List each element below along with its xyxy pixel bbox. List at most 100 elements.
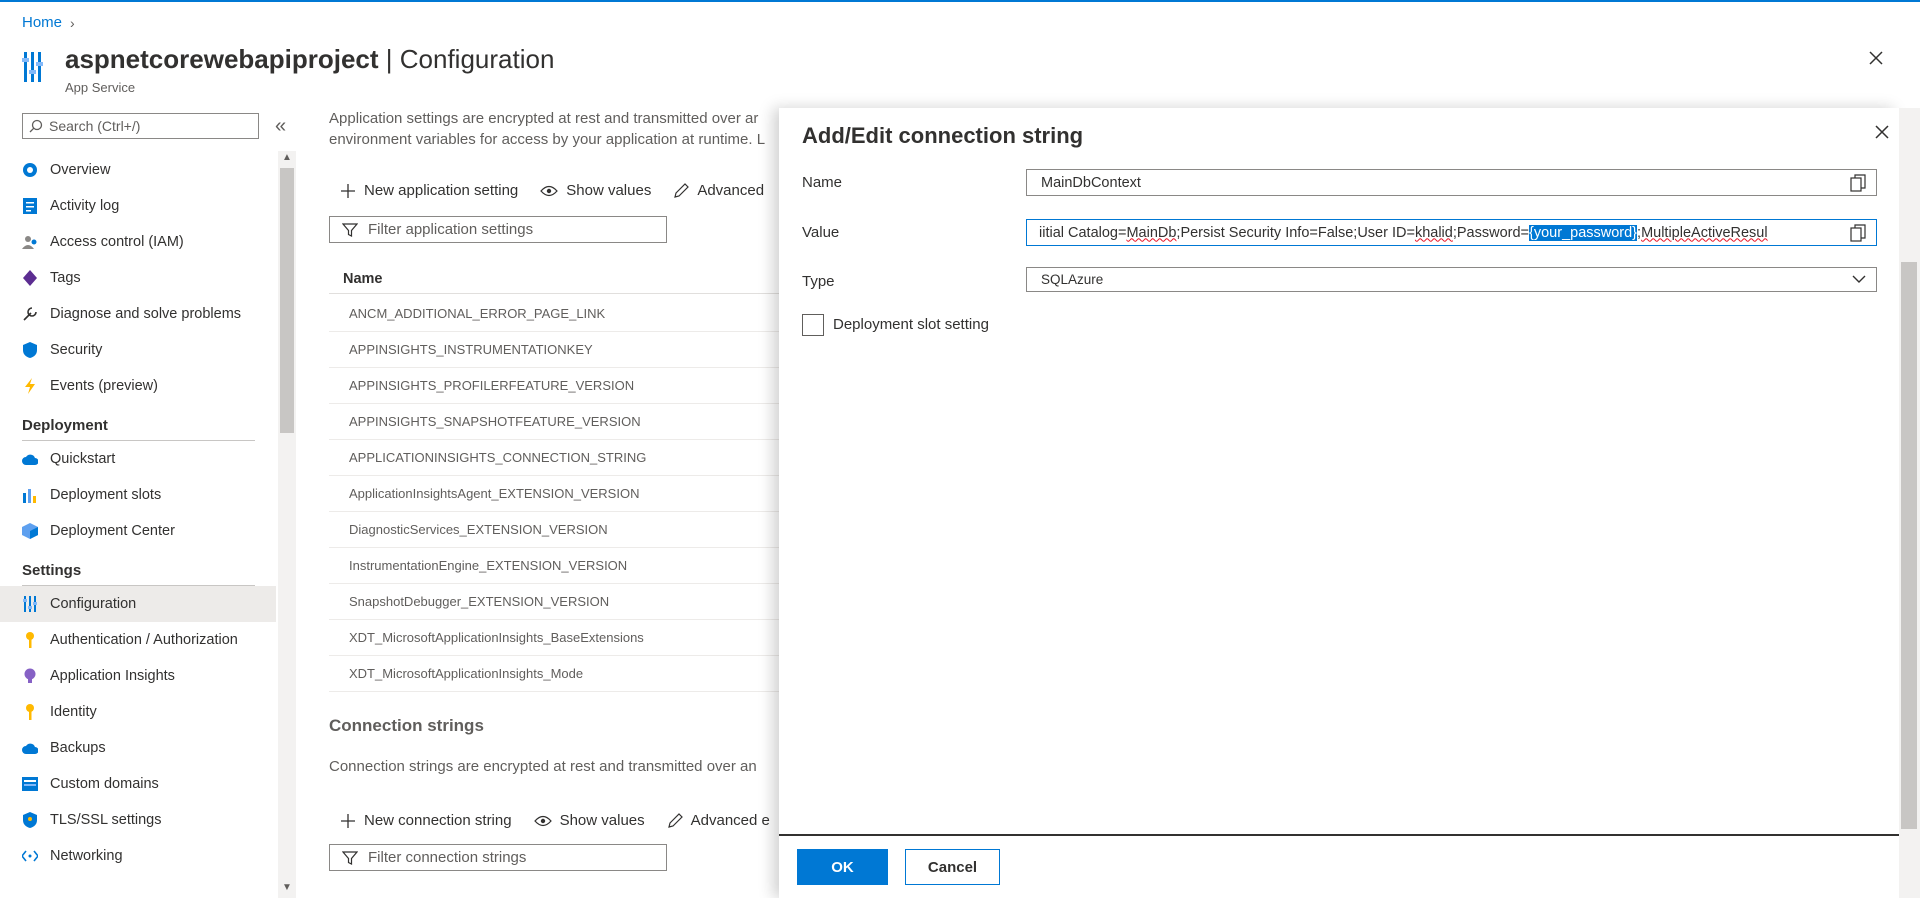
chevron-right-icon: › (70, 14, 75, 31)
table-row[interactable]: XDT_MicrosoftApplicationInsights_Mode (329, 656, 779, 692)
deployment-slot-checkbox[interactable] (802, 314, 824, 336)
sidebar-item-diagnose[interactable]: Diagnose and solve problems (0, 296, 276, 332)
eye-icon (533, 815, 552, 826)
sidebar-item-deployment-slots[interactable]: Deployment slots (0, 477, 276, 513)
sidebar-item-app-insights[interactable]: Application Insights (0, 658, 276, 694)
app-settings-toolbar: New application setting Show values Adva… (340, 182, 764, 199)
table-row[interactable]: InstrumentationEngine_EXTENSION_VERSION (329, 548, 779, 584)
copy-icon[interactable] (1844, 224, 1866, 242)
sidebar-item-quickstart[interactable]: Quickstart (0, 441, 276, 477)
connection-strings-toolbar: New connection string Show values Advanc… (340, 812, 770, 829)
top-accent-line (0, 0, 1920, 2)
connection-strings-heading: Connection strings (329, 716, 484, 735)
table-row[interactable]: SnapshotDebugger_EXTENSION_VERSION (329, 584, 779, 620)
sidebar-item-tags[interactable]: Tags (0, 260, 276, 296)
new-app-setting-button[interactable]: New application setting (340, 182, 518, 199)
cloud-icon (22, 451, 38, 467)
cube-icon (22, 523, 38, 539)
panel-close-icon[interactable] (1874, 124, 1890, 140)
chevron-down-icon (1852, 275, 1866, 284)
config-resource-icon (22, 52, 48, 82)
show-values-button[interactable]: Show values (540, 182, 651, 199)
sidebar-item-events[interactable]: Events (preview) (0, 368, 276, 404)
page-title: aspnetcorewebapiproject | Configuration (65, 44, 555, 74)
close-icon[interactable] (1868, 50, 1884, 66)
name-label: Name (802, 174, 843, 191)
section-settings: Settings (22, 562, 82, 579)
copy-icon[interactable] (1850, 174, 1866, 192)
iam-icon (22, 234, 38, 250)
overview-icon (22, 162, 38, 178)
pencil-icon (667, 812, 683, 828)
type-dropdown[interactable]: SQLAzure (1026, 267, 1877, 292)
table-row[interactable]: APPINSIGHTS_INSTRUMENTATIONKEY (329, 332, 779, 368)
sidebar-search-input[interactable]: Search (Ctrl+/) (22, 113, 259, 139)
collapse-sidebar-button[interactable]: « (275, 115, 286, 138)
panel-scroll-thumb[interactable] (1901, 262, 1917, 829)
filter-icon (342, 850, 358, 865)
slots-icon (22, 487, 38, 503)
sidebar-scroll-thumb[interactable] (280, 168, 294, 433)
value-label: Value (802, 224, 840, 241)
filter-connection-strings-input[interactable]: Filter connection strings (329, 844, 667, 871)
tls-shield-icon (22, 812, 38, 828)
sidebar-item-access-control[interactable]: Access control (IAM) (0, 224, 276, 260)
sidebar-item-activity-log[interactable]: Activity log (0, 188, 276, 224)
settings-table-header[interactable]: Name (329, 264, 779, 294)
lightning-icon (22, 378, 38, 394)
sidebar-item-backups[interactable]: Backups (0, 730, 276, 766)
sidebar-item-authentication[interactable]: Authentication / Authorization (0, 622, 276, 658)
breadcrumb: Home › (22, 14, 75, 31)
app-settings-description: Application settings are encrypted at re… (329, 110, 766, 148)
table-row[interactable]: APPINSIGHTS_PROFILERFEATURE_VERSION (329, 368, 779, 404)
sidebar-item-networking[interactable]: Networking (0, 838, 276, 874)
advanced-cs-edit-button[interactable]: Advanced e (667, 812, 770, 829)
search-icon (29, 119, 43, 133)
type-label: Type (802, 273, 835, 290)
name-input[interactable]: MainDbContext (1026, 169, 1877, 196)
backup-cloud-icon (22, 740, 38, 756)
sidebar-nav: Overview Activity log Access control (IA… (0, 152, 276, 874)
table-row[interactable]: ApplicationInsightsAgent_EXTENSION_VERSI… (329, 476, 779, 512)
advanced-edit-button[interactable]: Advanced (673, 182, 764, 199)
value-input[interactable]: iitial Catalog= MainDb ;Persist Security I… (1026, 219, 1877, 246)
sidebar-item-tls-ssl[interactable]: TLS/SSL settings (0, 802, 276, 838)
deployment-slot-label: Deployment slot setting (833, 316, 989, 333)
cancel-button[interactable]: Cancel (905, 849, 1000, 885)
sidebar-item-security[interactable]: Security (0, 332, 276, 368)
plus-icon (341, 813, 355, 828)
ok-button[interactable]: OK (797, 849, 888, 885)
new-connection-string-button[interactable]: New connection string (340, 812, 512, 829)
table-row[interactable]: APPLICATIONINSIGHTS_CONNECTION_STRING (329, 440, 779, 476)
panel-title: Add/Edit connection string (802, 123, 1084, 148)
show-cs-values-button[interactable]: Show values (533, 812, 645, 829)
plus-icon (341, 183, 355, 198)
settings-table: ANCM_ADDITIONAL_ERROR_PAGE_LINK APPINSIG… (329, 296, 779, 692)
filter-icon (342, 222, 358, 237)
identity-key-icon (22, 704, 38, 720)
filter-app-settings-input[interactable]: Filter application settings (329, 216, 667, 243)
activity-log-icon (22, 198, 38, 214)
table-row[interactable]: XDT_MicrosoftApplicationInsights_BaseExt… (329, 620, 779, 656)
wrench-icon (22, 306, 38, 322)
connection-strings-description: Connection strings are encrypted at rest… (329, 758, 757, 775)
sidebar-item-configuration[interactable]: Configuration (0, 586, 276, 622)
scroll-up-icon[interactable]: ▲ (282, 152, 292, 163)
breadcrumb-home-link[interactable]: Home (22, 14, 62, 31)
table-row[interactable]: APPINSIGHTS_SNAPSHOTFEATURE_VERSION (329, 404, 779, 440)
config-icon (22, 596, 38, 612)
shield-icon (22, 342, 38, 358)
pencil-icon (674, 182, 690, 198)
scroll-down-icon[interactable]: ▼ (282, 882, 292, 893)
table-row[interactable]: DiagnosticServices_EXTENSION_VERSION (329, 512, 779, 548)
eye-icon (540, 185, 559, 196)
key-icon (22, 632, 38, 648)
table-row[interactable]: ANCM_ADDITIONAL_ERROR_PAGE_LINK (329, 296, 779, 332)
section-deployment: Deployment (22, 417, 108, 434)
resource-type: App Service (65, 80, 136, 95)
sidebar-item-identity[interactable]: Identity (0, 694, 276, 730)
sidebar-item-overview[interactable]: Overview (0, 152, 276, 188)
sidebar-item-deployment-center[interactable]: Deployment Center (0, 513, 276, 549)
bulb-icon (22, 668, 38, 684)
sidebar-item-custom-domains[interactable]: Custom domains (0, 766, 276, 802)
